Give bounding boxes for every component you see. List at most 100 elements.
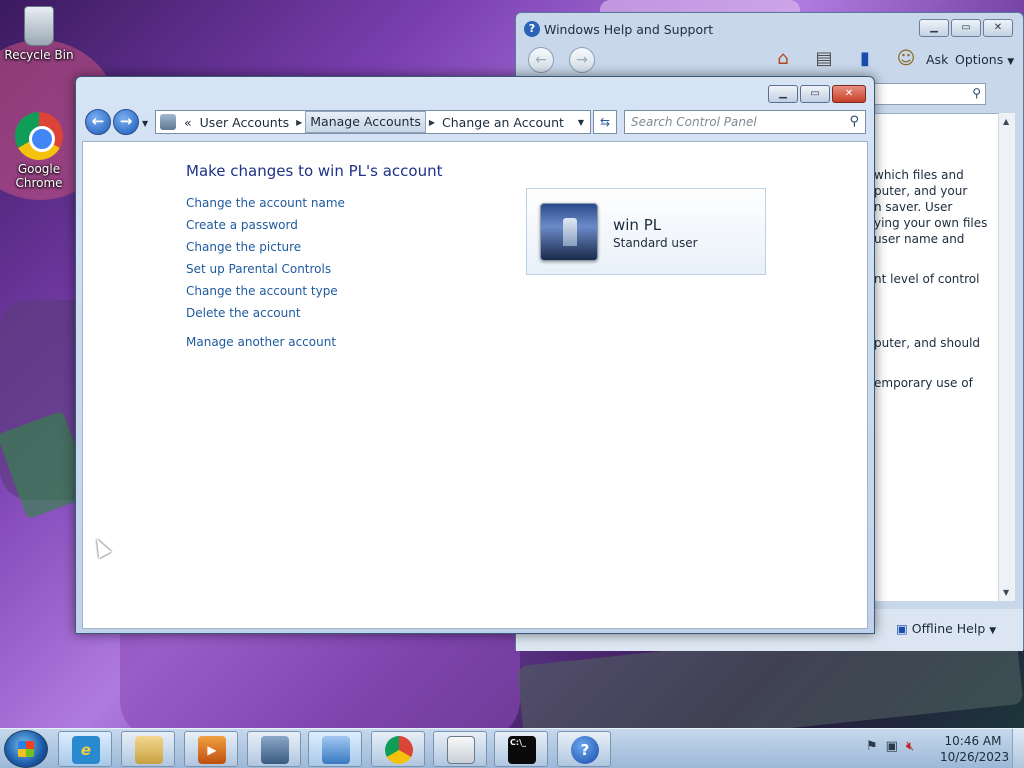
help-icon: ? [524,21,540,37]
back-arrow-icon: ← [91,112,105,130]
search-icon[interactable]: ⚲ [849,114,859,129]
help-scrollbar[interactable]: ▲ ▼ [998,113,1015,601]
taskbar-network[interactable] [247,731,301,767]
forward-button[interactable]: → [113,109,139,135]
help-text-line: n saver. User [874,200,953,214]
offline-help-label: Offline Help [911,621,986,636]
back-button[interactable]: ← [85,109,111,135]
refresh-button[interactable]: ⇆ [593,110,617,134]
close-button[interactable]: ✕ [832,85,866,103]
browse-help-icon[interactable]: ▮ [853,47,877,71]
change-account-name-link[interactable]: Change the account name [186,196,345,210]
delete-account-link[interactable]: Delete the account [186,306,301,320]
help-text-line: puter, and should [874,336,981,350]
clock-date: 10/26/2023 [940,750,1010,764]
address-dropdown-icon[interactable]: ▼ [578,118,584,127]
recent-pages-dropdown[interactable]: ▼ [142,119,148,128]
home-icon[interactable]: ⌂ [771,47,795,71]
account-picture-lighthouse-icon [540,203,598,261]
internet-explorer-icon: e [72,736,100,764]
taskbar-explorer[interactable] [121,731,175,767]
help-search-input[interactable]: ⚲ [866,83,986,105]
forward-arrow-icon: → [119,112,133,130]
chrome-icon [15,112,63,160]
taskbar-help[interactable]: ? [557,731,611,767]
search-icon[interactable]: ⚲ [972,86,981,100]
chevron-right-icon[interactable]: ▶ [426,118,438,127]
maximize-button[interactable]: ▭ [951,19,981,37]
offline-help-icon: ▣ [896,621,908,636]
document-icon [447,736,475,764]
print-icon[interactable]: ▤ [812,47,836,71]
back-icon[interactable]: ← [528,47,554,73]
change-picture-link[interactable]: Change the picture [186,240,301,254]
help-text-line: which files and [874,168,964,182]
taskbar-chrome[interactable] [371,731,425,767]
close-button[interactable]: ✕ [983,19,1013,37]
taskbar-document[interactable] [433,731,487,767]
network-tray-icon[interactable]: ▣ [886,739,898,754]
account-name: win PL [613,216,662,234]
chevron-down-icon: ▼ [1007,57,1015,67]
ask-label[interactable]: Ask [926,52,948,67]
taskbar: e ▶ C:\_ ? ⚑ ▣ 🔇︎ 10:46 AM 10/26/2023 [0,728,1024,768]
search-placeholder: Search Control Panel [631,115,757,129]
search-input[interactable]: Search Control Panel ⚲ [624,110,866,134]
minimize-button[interactable]: ▁ [768,85,798,103]
address-bar[interactable]: « User Accounts ▶ Manage Accounts ▶ Chan… [155,110,591,134]
desktop-icon-google-chrome[interactable]: Google Chrome [3,112,75,190]
options-menu[interactable]: Options ▼ [955,52,1014,67]
taskbar-control-panel[interactable] [308,731,362,767]
taskbar-media-player[interactable]: ▶ [184,731,238,767]
system-tray: ⚑ ▣ 🔇︎ [866,739,914,754]
chevron-right-icon[interactable]: ▶ [293,118,305,127]
folder-icon [135,736,163,764]
help-toolbar: ← → ⌂ ▤ ▮ ☺ Ask Options ▼ [516,45,1023,77]
volume-muted-icon[interactable]: 🔇︎ [906,739,914,754]
maximize-button[interactable]: ▭ [800,85,830,103]
start-button[interactable] [4,730,48,768]
clock-time: 10:46 AM [944,734,1002,748]
page-title: Make changes to win PL's account [186,162,443,180]
help-window-title: Windows Help and Support [544,22,714,37]
account-type: Standard user [613,236,698,250]
breadcrumb-change-an-account[interactable]: Change an Account [438,115,568,130]
forward-icon[interactable]: → [569,47,595,73]
control-panel-window[interactable]: ▁ ▭ ✕ ← → ▼ « User Accounts ▶ Manage Acc… [75,76,875,634]
desktop-icon-recycle-bin[interactable]: Recycle Bin [3,6,75,62]
control-panel-icon [322,736,350,764]
help-icon: ? [571,736,599,764]
help-text-line: ying your own files [874,216,988,230]
parental-controls-link[interactable]: Set up Parental Controls [186,262,331,276]
breadcrumb-user-accounts[interactable]: User Accounts [196,115,293,130]
help-window-controls: ▁ ▭ ✕ [919,19,1013,37]
help-text-line: puter, and your [874,184,968,198]
help-text-line: nt level of control [874,272,980,286]
clock[interactable]: 10:46 AM 10/26/2023 [940,733,1010,765]
main-content: Make changes to win PL's account Change … [82,141,868,629]
desktop-icon-label: Google Chrome [15,162,63,190]
scroll-up-icon[interactable]: ▲ [1003,117,1009,126]
scroll-down-icon[interactable]: ▼ [1003,588,1009,597]
help-text-line: emporary use of [874,376,973,390]
breadcrumb-manage-accounts[interactable]: Manage Accounts [305,111,426,133]
breadcrumb-overflow[interactable]: « [180,115,196,130]
network-icon [261,736,289,764]
taskbar-internet-explorer[interactable]: e [58,731,112,767]
control-panel-icon [160,114,176,130]
manage-another-account-link[interactable]: Manage another account [186,335,336,349]
refresh-icon: ⇆ [599,115,611,129]
action-center-flag-icon[interactable]: ⚑ [866,739,878,754]
minimize-button[interactable]: ▁ [919,19,949,37]
chevron-down-icon: ▼ [989,626,997,636]
taskbar-command-prompt[interactable]: C:\_ [494,731,548,767]
show-desktop-button[interactable] [1012,729,1024,768]
offline-help-menu[interactable]: ▣ Offline Help ▼ [896,621,996,636]
help-text-line: user name and [874,232,965,246]
desktop-icon-label: Recycle Bin [4,48,74,62]
change-account-type-link[interactable]: Change the account type [186,284,338,298]
ask-icon[interactable]: ☺ [894,47,918,71]
create-password-link[interactable]: Create a password [186,218,298,232]
chrome-icon [385,736,413,764]
recycle-bin-icon [24,6,54,46]
